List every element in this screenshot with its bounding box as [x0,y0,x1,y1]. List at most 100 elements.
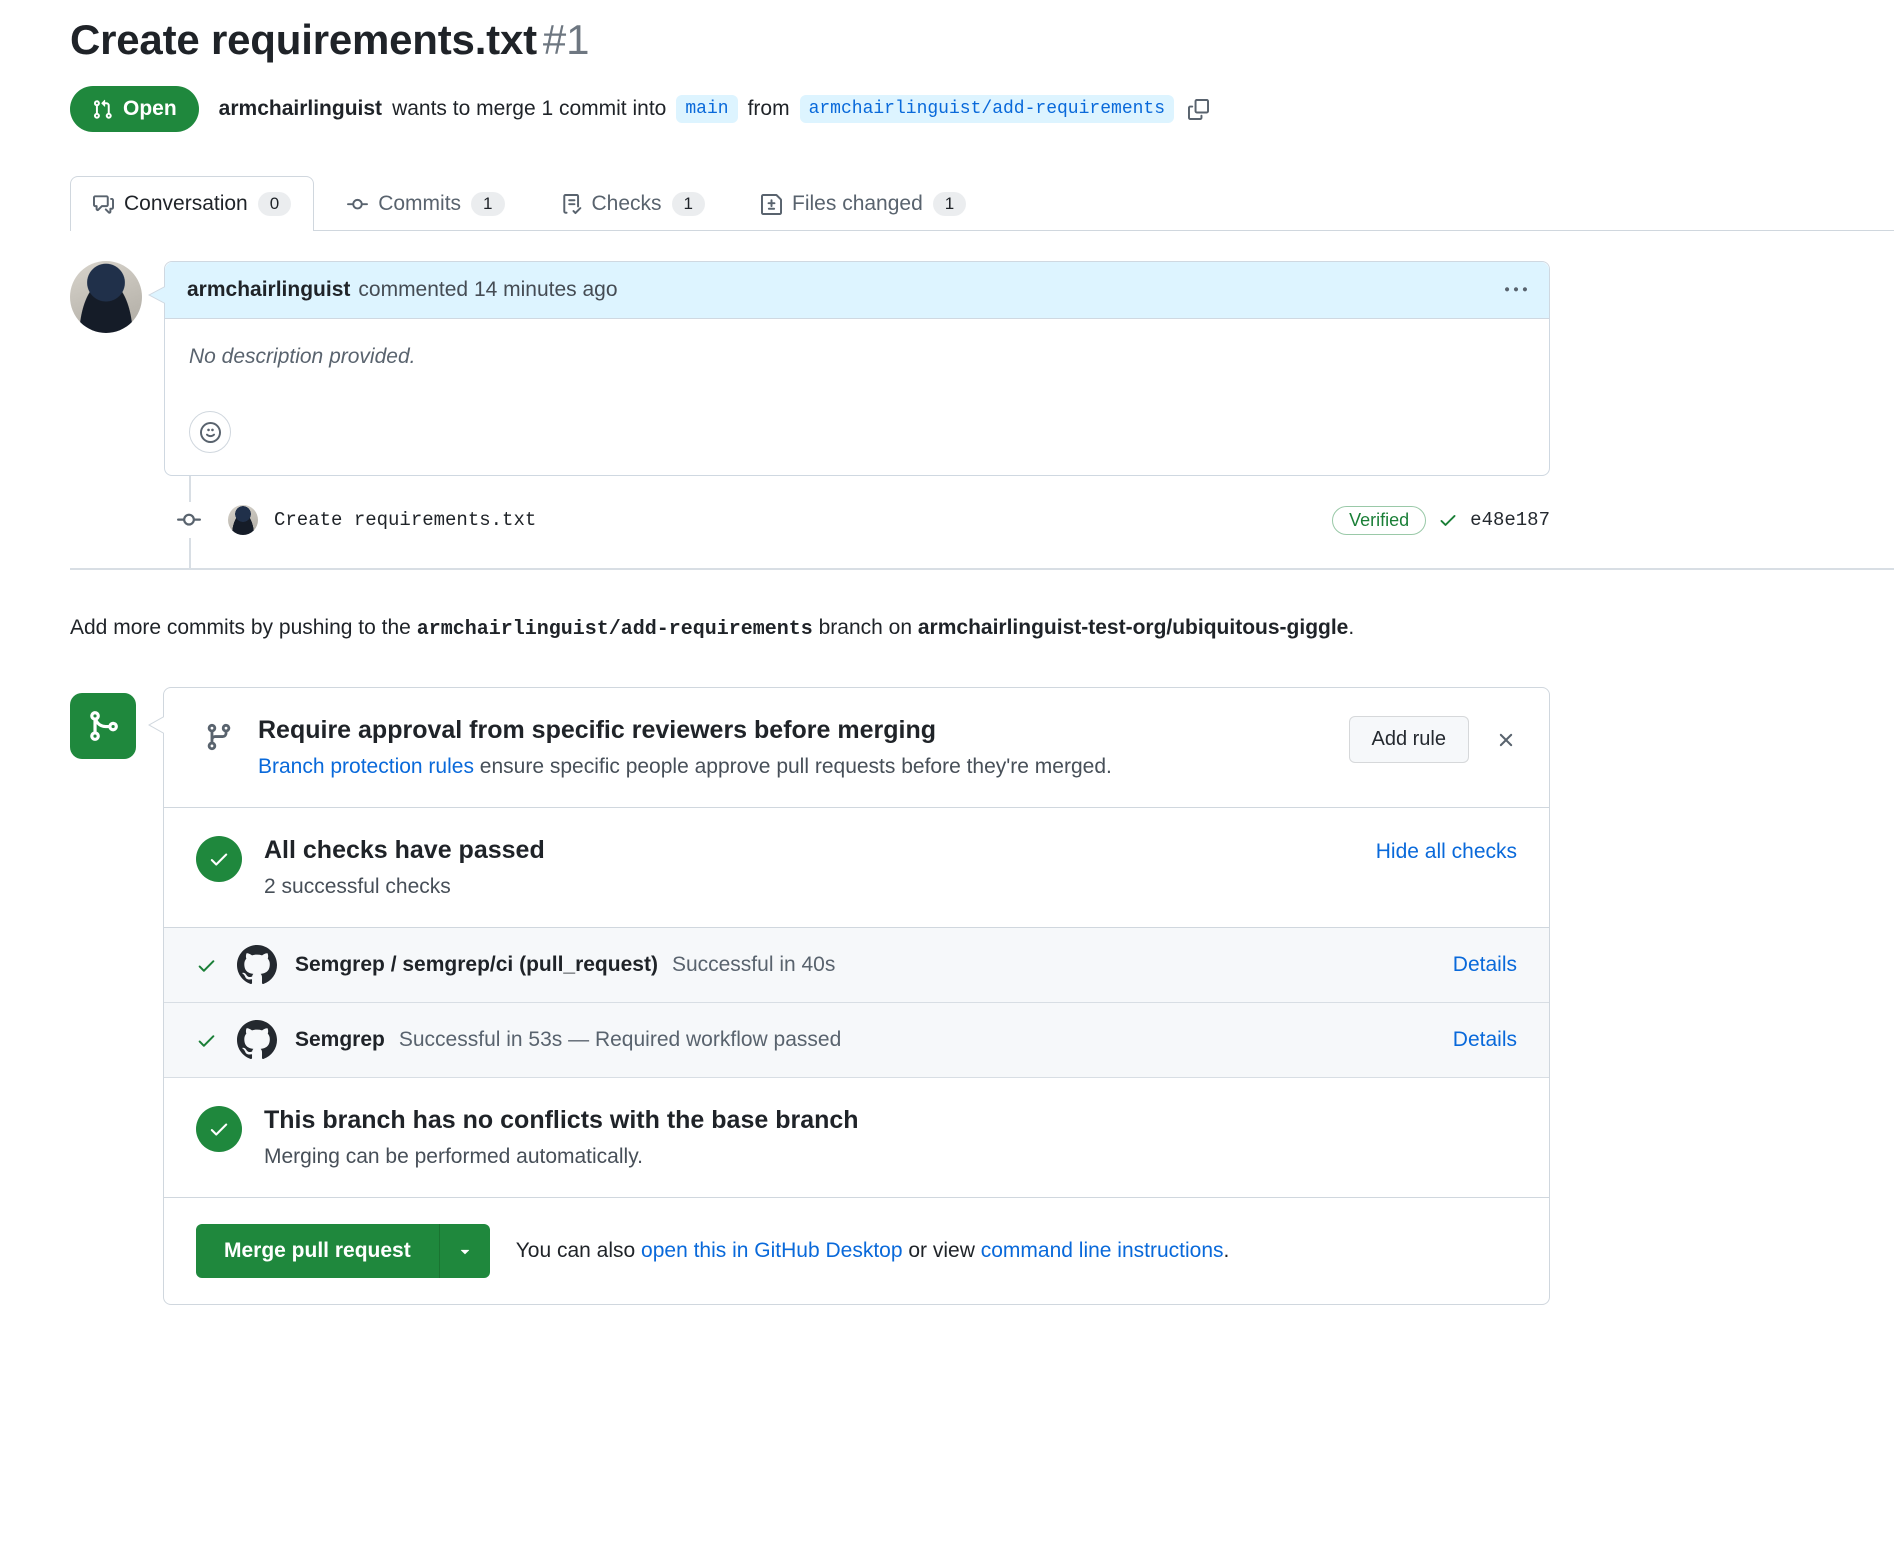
branch-protection-section: Require approval from specific reviewers… [164,688,1549,808]
checks-summary-content: All checks have passed 2 successful chec… [264,836,545,899]
tab-files-changed[interactable]: Files changed 1 [738,176,989,231]
summary-from-text: from [748,97,790,121]
tab-count: 1 [933,192,966,216]
tab-label: Conversation [124,192,248,216]
tab-label: Files changed [792,192,923,216]
merge-actions-section: Merge pull request You can also open thi… [164,1198,1549,1304]
hide-all-checks-link[interactable]: Hide all checks [1376,840,1517,864]
github-desktop-link[interactable]: open this in GitHub Desktop [641,1239,902,1262]
pr-summary: armchairlinguist wants to merge 1 commit… [219,95,1211,123]
checks-summary-subtitle: 2 successful checks [264,875,545,899]
copy-branch-button[interactable] [1186,97,1211,122]
commit-message-link[interactable]: Create requirements.txt [274,509,536,531]
comment-author-link[interactable]: armchairlinguist [187,278,350,302]
comment-timestamp: commented 14 minutes ago [358,278,617,302]
triangle-down-icon [456,1242,474,1260]
commit-meta: Verified e48e187 [1332,506,1550,535]
branch-protection-actions: Add rule [1349,716,1518,763]
check-status: Successful in 40s [672,953,835,977]
git-commit-icon [172,502,206,538]
tab-count: 0 [258,192,291,216]
tab-commits[interactable]: Commits 1 [324,176,527,231]
verified-badge[interactable]: Verified [1332,506,1426,535]
tab-checks[interactable]: Checks 1 [538,176,729,231]
merge-pull-request-button[interactable]: Merge pull request [196,1224,439,1278]
push-note-middle: branch on [819,616,912,639]
summary-action-text: wants to merge 1 commit into [392,97,666,121]
commit-status-check-icon[interactable] [1438,510,1458,531]
add-reaction-button[interactable] [189,411,231,453]
merge-caption-middle: or view [908,1239,975,1262]
author-link[interactable]: armchairlinguist [219,97,382,121]
check-row: Semgrep Successful in 53s — Required wor… [164,1003,1549,1078]
checks-summary-section: All checks have passed 2 successful chec… [164,808,1549,928]
no-conflicts-icon [196,1106,242,1152]
pr-tabs: Conversation 0 Commits 1 Checks 1 Files … [70,176,1894,231]
check-details-link[interactable]: Details [1453,953,1517,977]
check-name: Semgrep [295,1028,385,1052]
mergeability-title: This branch has no conflicts with the ba… [264,1106,859,1135]
add-rule-button[interactable]: Add rule [1349,716,1470,763]
file-diff-icon [761,194,782,215]
kebab-icon [1505,279,1527,301]
merge-area: Require approval from specific reviewers… [70,687,1550,1305]
branch-protection-description-text: ensure specific people approve pull requ… [480,755,1112,778]
github-app-avatar [237,945,277,985]
git-branch-icon [204,722,234,753]
github-app-avatar [237,1020,277,1060]
mergeability-section: This branch has no conflicts with the ba… [164,1078,1549,1198]
head-branch-label[interactable]: armchairlinguist/add-requirements [800,95,1174,123]
checks-summary-actions: Hide all checks [1376,840,1517,864]
status-badge-label: Open [123,97,177,121]
avatar[interactable] [70,261,142,333]
timeline-commit-area: Create requirements.txt Verified e48e187 [70,476,1550,568]
tab-label: Commits [378,192,461,216]
pull-request-page: Create requirements.txt#1 Open armchairl… [0,0,1894,1305]
pr-number: #1 [543,16,589,63]
commit-author-avatar[interactable] [228,505,258,535]
comment-box: armchairlinguist commented 14 minutes ag… [164,261,1550,476]
comment-options-button[interactable] [1505,279,1527,301]
close-icon [1495,729,1517,751]
tab-count: 1 [672,192,705,216]
tab-conversation[interactable]: Conversation 0 [70,176,314,231]
merge-caption-prefix: You can also [516,1239,636,1262]
push-note-suffix: . [1348,616,1354,639]
mergeability-subtitle: Merging can be performed automatically. [264,1145,859,1169]
commit-sha-link[interactable]: e48e187 [1470,509,1550,531]
check-name: Semgrep / semgrep/ci (pull_request) [295,953,658,977]
merge-button-group: Merge pull request [196,1224,490,1278]
timeline-divider [70,568,1894,570]
pr-header-meta: Open armchairlinguist wants to merge 1 c… [70,86,1550,132]
tab-count: 1 [471,192,504,216]
check-success-icon [196,1028,217,1052]
check-row: Semgrep / semgrep/ci (pull_request) Succ… [164,928,1549,1003]
branch-protection-rules-link[interactable]: Branch protection rules [258,755,474,778]
merge-options-dropdown-button[interactable] [439,1224,490,1278]
branch-protection-content: Require approval from specific reviewers… [258,716,1112,779]
git-merge-status-icon [70,693,136,759]
push-note-prefix: Add more commits by pushing to the [70,616,411,639]
git-commit-icon [347,194,368,215]
comment-body: No description provided. [165,319,1549,391]
check-status: Successful in 53s — Required workflow pa… [399,1028,841,1052]
status-badge: Open [70,86,199,132]
comment-text: No description provided. [189,345,415,368]
push-note: Add more commits by pushing to the armch… [70,612,1550,645]
checklist-icon [561,194,582,215]
check-details-link[interactable]: Details [1453,1028,1517,1052]
command-line-instructions-link[interactable]: command line instructions [981,1239,1224,1262]
comment-header: armchairlinguist commented 14 minutes ag… [165,262,1549,319]
commit-row: Create requirements.txt Verified e48e187 [70,502,1550,538]
git-pull-request-icon [92,99,113,120]
page-title: Create requirements.txt#1 [70,16,1550,64]
copy-icon [1188,99,1209,120]
tab-label: Checks [592,192,662,216]
base-branch-label[interactable]: main [676,95,737,123]
branch-protection-title: Require approval from specific reviewers… [258,716,1112,745]
pr-title-text: Create requirements.txt [70,16,537,63]
checks-summary-title: All checks have passed [264,836,545,865]
dismiss-protection-button[interactable] [1495,729,1517,751]
push-note-branch: armchairlinguist/add-requirements [417,618,813,641]
merge-caption: You can also open this in GitHub Desktop… [516,1239,1230,1263]
